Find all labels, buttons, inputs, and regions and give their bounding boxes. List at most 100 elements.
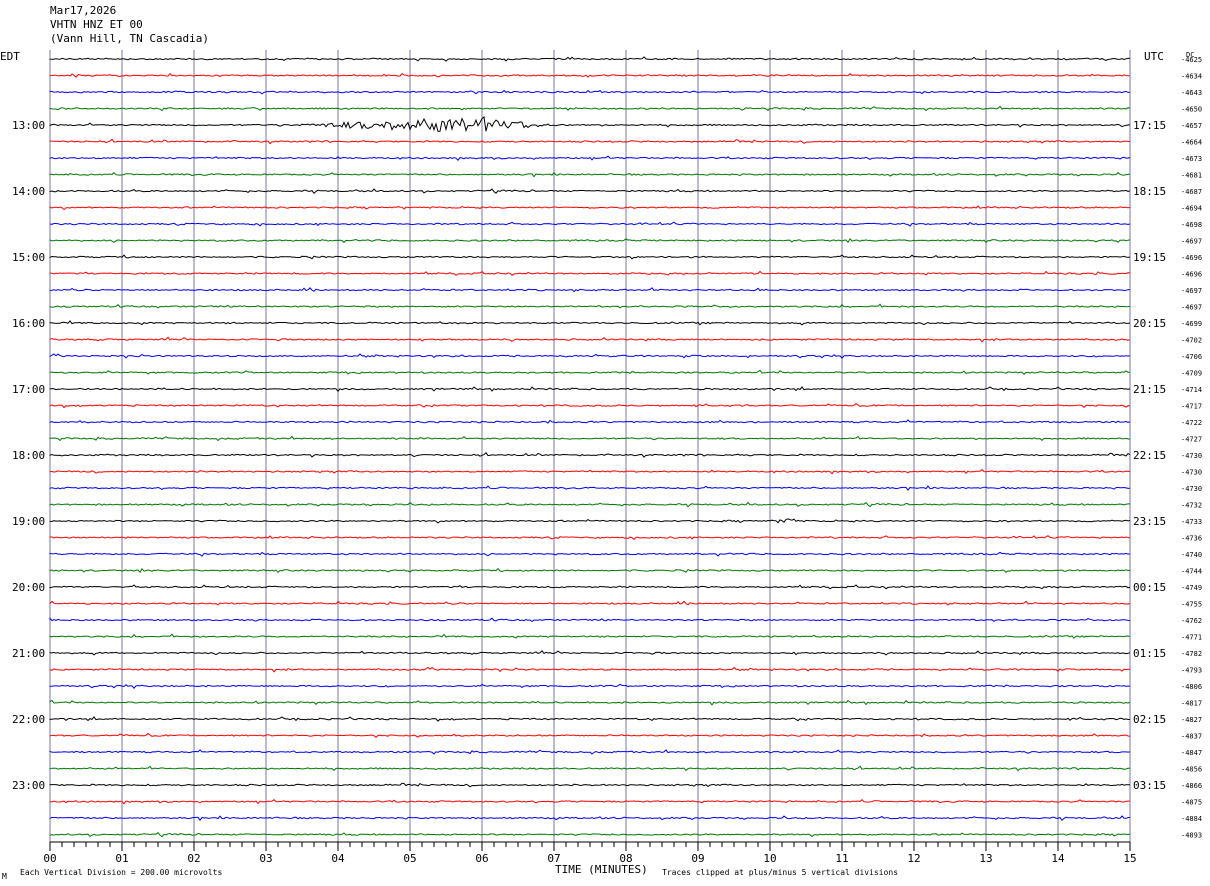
edt-hour-label: 21:00 [12, 647, 45, 660]
utc-hour-label: 00:15 [1133, 581, 1166, 594]
trace-line [49, 765, 1131, 772]
trace-line [49, 237, 1131, 244]
edt-hour-label: 13:00 [12, 119, 45, 132]
trace-line [49, 469, 1131, 475]
trace-line [49, 650, 1131, 656]
dc-offset-label: -4847 [1181, 749, 1202, 757]
dc-offset-label: -4736 [1181, 535, 1202, 543]
dc-offset-label: -4744 [1181, 568, 1202, 576]
dc-offset-label: -4727 [1181, 436, 1202, 444]
utc-hour-label: 22:15 [1133, 449, 1166, 462]
dc-offset-label: -4893 [1181, 832, 1202, 840]
dc-offset-label: -4699 [1181, 320, 1202, 328]
trace-line [49, 303, 1131, 309]
trace-line [49, 584, 1131, 590]
dc-offset-label: -4697 [1181, 287, 1202, 295]
utc-zone-label: UTC [1144, 50, 1164, 63]
dc-offset-label: -4714 [1181, 386, 1202, 394]
dc-offset-label: -4696 [1181, 271, 1202, 279]
edt-hour-label: 14:00 [12, 185, 45, 198]
trace-line [49, 535, 1131, 540]
trace-line [49, 105, 1131, 112]
mark-glyph: M [2, 872, 7, 881]
dc-offset-labels: -4625-4634-4643-4650-4657-4664-4673-4681… [1181, 56, 1202, 840]
utc-hour-label: 03:15 [1133, 779, 1166, 792]
dc-offset-label: -4673 [1181, 155, 1202, 163]
edt-hour-label: 20:00 [12, 581, 45, 594]
x-tick-label: 01 [115, 852, 128, 865]
trace-line [49, 353, 1131, 359]
dc-offset-label: -4762 [1181, 617, 1202, 625]
dc-offset-label: -4884 [1181, 815, 1202, 823]
edt-hour-label: 18:00 [12, 449, 45, 462]
trace-line [49, 205, 1131, 211]
trace-line [49, 336, 1131, 343]
dc-header-label: DC [1186, 51, 1194, 59]
dc-offset-label: -4875 [1181, 799, 1202, 807]
dc-offset-label: -4697 [1181, 238, 1202, 246]
dc-offset-label: -4664 [1181, 139, 1202, 147]
trace-line [49, 116, 1131, 133]
utc-hour-label: 23:15 [1133, 515, 1166, 528]
trace-line [49, 616, 1131, 623]
trace-line [49, 600, 1131, 606]
trace-line [49, 551, 1131, 557]
trace-line [49, 369, 1131, 375]
utc-hour-labels: 17:15 18:15 19:15 20:15 21:15 22:15 23:15 00:15… [1133, 119, 1166, 792]
utc-hour-label: 19:15 [1133, 251, 1166, 264]
trace-line [49, 749, 1131, 755]
x-tick-label: 02 [187, 852, 200, 865]
dc-offset-label: -4740 [1181, 551, 1202, 559]
trace-line [49, 699, 1131, 706]
dc-offset-label: -4793 [1181, 667, 1202, 675]
dc-offset-label: -4755 [1181, 601, 1202, 609]
trace-line [49, 633, 1131, 640]
dc-offset-label: -4698 [1181, 221, 1202, 229]
edt-hour-label: 17:00 [12, 383, 45, 396]
trace-line [49, 270, 1131, 276]
trace-line [49, 799, 1130, 805]
edt-hour-label: 19:00 [12, 515, 45, 528]
dc-offset-label: -4730 [1181, 452, 1202, 460]
dc-offset-label: -4856 [1181, 766, 1202, 774]
edt-hour-label: 16:00 [12, 317, 45, 330]
dc-offset-label: -4730 [1181, 469, 1202, 477]
utc-hour-label: 20:15 [1133, 317, 1166, 330]
edt-zone-label: EDT [0, 50, 20, 63]
dc-offset-label: -4732 [1181, 502, 1202, 510]
trace-line [49, 782, 1130, 788]
trace-line [49, 732, 1131, 738]
trace-group [49, 56, 1131, 838]
dc-offset-label: -4827 [1181, 716, 1202, 724]
dc-offset-label: -4643 [1181, 89, 1202, 97]
dc-offset-label: -4782 [1181, 650, 1202, 658]
scale-note: Each Vertical Division = 200.00 microvol… [20, 868, 222, 877]
trace-line [49, 501, 1130, 508]
dc-offset-label: -4696 [1181, 254, 1202, 262]
dc-offset-label: -4806 [1181, 683, 1202, 691]
trace-line [49, 518, 1131, 524]
dc-offset-label: -4687 [1181, 188, 1202, 196]
x-tick-label: 05 [403, 852, 416, 865]
dc-offset-label: -4694 [1181, 205, 1202, 213]
dc-offset-label: -4681 [1181, 172, 1202, 180]
trace-line [49, 254, 1130, 260]
edt-hour-label: 15:00 [12, 251, 45, 264]
dc-offset-label: -4866 [1181, 782, 1202, 790]
dc-offset-label: -4730 [1181, 485, 1202, 493]
trace-line [49, 452, 1131, 458]
x-axis: 00 01 02 03 04 05 06 07 08 09 10 11 12 13 14 15 [43, 841, 1137, 865]
trace-line [49, 567, 1131, 574]
trace-line [49, 138, 1131, 145]
utc-hour-label: 21:15 [1133, 383, 1166, 396]
grid-lines [49, 50, 1131, 842]
dc-offset-label: -4697 [1181, 304, 1202, 312]
dc-offset-label: -4817 [1181, 700, 1202, 708]
trace-line [49, 320, 1131, 326]
dc-offset-label: -4749 [1181, 584, 1202, 592]
dc-offset-label: -4733 [1181, 518, 1202, 526]
dc-offset-label: -4722 [1181, 419, 1202, 427]
x-tick-label: 00 [43, 852, 56, 865]
x-tick-label: 11 [835, 852, 848, 865]
edt-hour-label: 22:00 [12, 713, 45, 726]
